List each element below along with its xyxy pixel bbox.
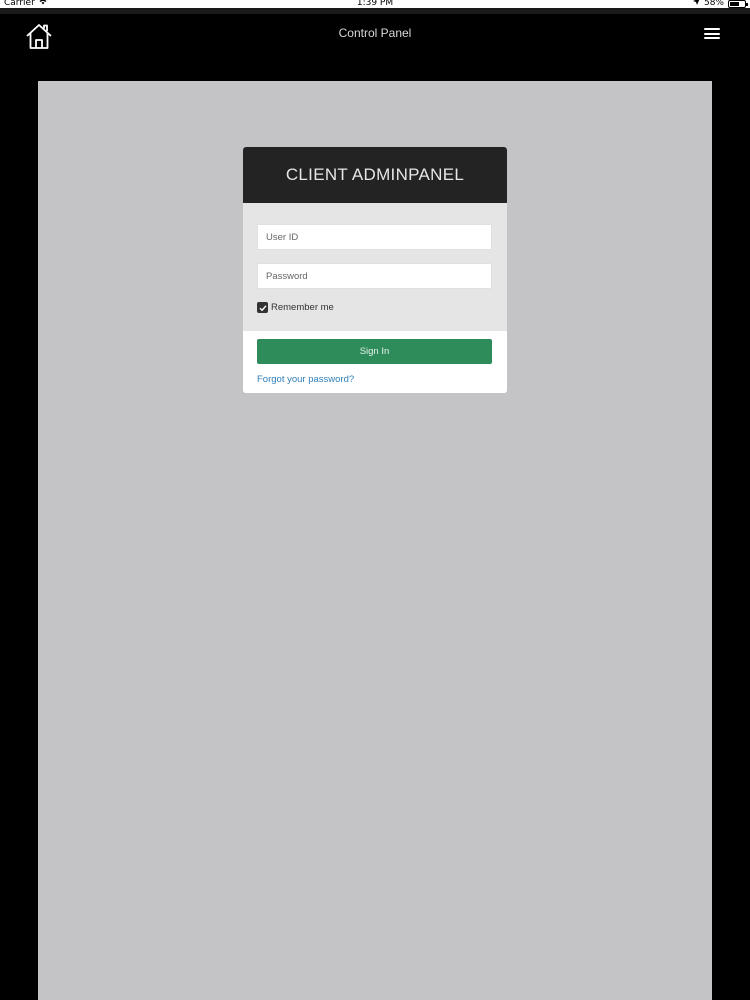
login-card-body: Remember me	[243, 203, 507, 331]
content-panel: CLIENT ADMINPANEL Remember me Sign In Fo…	[38, 81, 712, 1000]
forgot-password-link[interactable]: Forgot your password?	[257, 374, 354, 385]
menu-button[interactable]	[704, 28, 722, 42]
checkmark-icon	[259, 304, 267, 311]
login-card: CLIENT ADMINPANEL Remember me Sign In Fo…	[243, 147, 507, 393]
login-title: CLIENT ADMINPANEL	[285, 165, 465, 184]
remember-me-row[interactable]: Remember me	[257, 302, 493, 313]
remember-me-checkbox[interactable]	[257, 302, 268, 313]
battery-icon	[728, 0, 748, 8]
login-card-footer: Sign In Forgot your password?	[243, 331, 507, 393]
password-input[interactable]	[257, 263, 492, 289]
page-title: Control Panel	[338, 26, 412, 40]
hamburger-menu-icon	[704, 28, 720, 30]
user-id-input[interactable]	[257, 224, 492, 250]
login-card-header: CLIENT ADMINPANEL	[243, 147, 507, 203]
navbar: Control Panel	[0, 14, 750, 54]
hamburger-menu-icon-line	[704, 32, 720, 35]
hamburger-menu-icon-line	[704, 37, 720, 39]
remember-me-label: Remember me	[271, 302, 334, 313]
sign-in-button[interactable]: Sign In	[257, 339, 492, 364]
